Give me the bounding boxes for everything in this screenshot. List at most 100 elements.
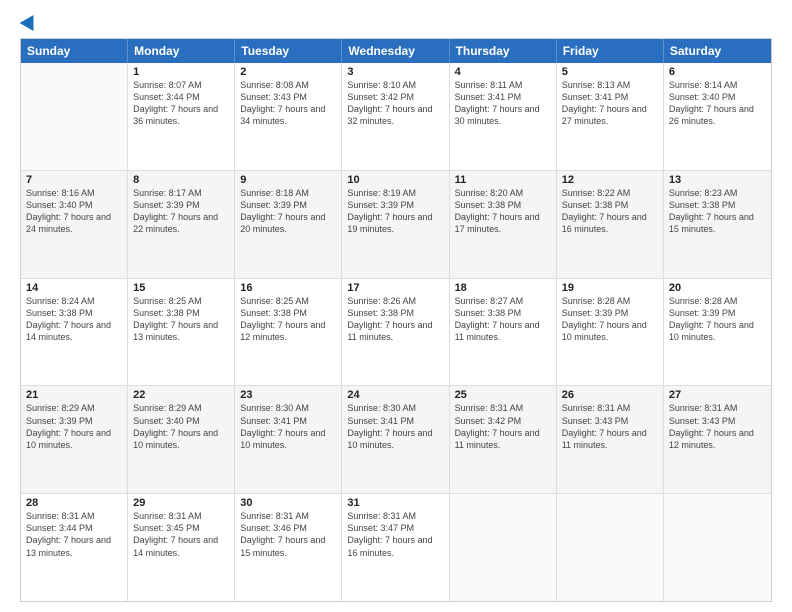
calendar-cell-1-3: 10Sunrise: 8:19 AM Sunset: 3:39 PM Dayli… <box>342 171 449 278</box>
cell-info: Sunrise: 8:11 AM Sunset: 3:41 PM Dayligh… <box>455 79 551 128</box>
day-number: 21 <box>26 389 122 401</box>
calendar-cell-1-6: 13Sunrise: 8:23 AM Sunset: 3:38 PM Dayli… <box>664 171 771 278</box>
calendar-row-1: 7Sunrise: 8:16 AM Sunset: 3:40 PM Daylig… <box>21 171 771 279</box>
cell-info: Sunrise: 8:27 AM Sunset: 3:38 PM Dayligh… <box>455 295 551 344</box>
day-number: 31 <box>347 497 443 509</box>
calendar-row-2: 14Sunrise: 8:24 AM Sunset: 3:38 PM Dayli… <box>21 279 771 387</box>
weekday-header-thursday: Thursday <box>450 39 557 63</box>
cell-info: Sunrise: 8:07 AM Sunset: 3:44 PM Dayligh… <box>133 79 229 128</box>
day-number: 29 <box>133 497 229 509</box>
calendar-cell-1-0: 7Sunrise: 8:16 AM Sunset: 3:40 PM Daylig… <box>21 171 128 278</box>
calendar-cell-0-5: 5Sunrise: 8:13 AM Sunset: 3:41 PM Daylig… <box>557 63 664 170</box>
cell-info: Sunrise: 8:16 AM Sunset: 3:40 PM Dayligh… <box>26 187 122 236</box>
cell-info: Sunrise: 8:26 AM Sunset: 3:38 PM Dayligh… <box>347 295 443 344</box>
day-number: 6 <box>669 66 766 78</box>
day-number: 17 <box>347 282 443 294</box>
calendar-cell-2-2: 16Sunrise: 8:25 AM Sunset: 3:38 PM Dayli… <box>235 279 342 386</box>
calendar-cell-3-1: 22Sunrise: 8:29 AM Sunset: 3:40 PM Dayli… <box>128 386 235 493</box>
page: SundayMondayTuesdayWednesdayThursdayFrid… <box>0 0 792 612</box>
cell-info: Sunrise: 8:08 AM Sunset: 3:43 PM Dayligh… <box>240 79 336 128</box>
day-number: 25 <box>455 389 551 401</box>
day-number: 24 <box>347 389 443 401</box>
calendar-cell-0-2: 2Sunrise: 8:08 AM Sunset: 3:43 PM Daylig… <box>235 63 342 170</box>
day-number: 2 <box>240 66 336 78</box>
cell-info: Sunrise: 8:17 AM Sunset: 3:39 PM Dayligh… <box>133 187 229 236</box>
weekday-header-friday: Friday <box>557 39 664 63</box>
day-number: 22 <box>133 389 229 401</box>
cell-info: Sunrise: 8:31 AM Sunset: 3:45 PM Dayligh… <box>133 510 229 559</box>
cell-info: Sunrise: 8:29 AM Sunset: 3:40 PM Dayligh… <box>133 402 229 451</box>
day-number: 28 <box>26 497 122 509</box>
calendar-cell-2-5: 19Sunrise: 8:28 AM Sunset: 3:39 PM Dayli… <box>557 279 664 386</box>
cell-info: Sunrise: 8:30 AM Sunset: 3:41 PM Dayligh… <box>347 402 443 451</box>
logo <box>20 18 38 28</box>
calendar-cell-2-1: 15Sunrise: 8:25 AM Sunset: 3:38 PM Dayli… <box>128 279 235 386</box>
day-number: 8 <box>133 174 229 186</box>
cell-info: Sunrise: 8:31 AM Sunset: 3:42 PM Dayligh… <box>455 402 551 451</box>
cell-info: Sunrise: 8:22 AM Sunset: 3:38 PM Dayligh… <box>562 187 658 236</box>
weekday-header-sunday: Sunday <box>21 39 128 63</box>
day-number: 26 <box>562 389 658 401</box>
calendar-cell-3-4: 25Sunrise: 8:31 AM Sunset: 3:42 PM Dayli… <box>450 386 557 493</box>
cell-info: Sunrise: 8:25 AM Sunset: 3:38 PM Dayligh… <box>240 295 336 344</box>
calendar-cell-2-4: 18Sunrise: 8:27 AM Sunset: 3:38 PM Dayli… <box>450 279 557 386</box>
cell-info: Sunrise: 8:28 AM Sunset: 3:39 PM Dayligh… <box>562 295 658 344</box>
cell-info: Sunrise: 8:31 AM Sunset: 3:44 PM Dayligh… <box>26 510 122 559</box>
day-number: 20 <box>669 282 766 294</box>
logo-triangle-icon <box>20 11 41 31</box>
calendar-cell-4-6 <box>664 494 771 601</box>
calendar-cell-3-3: 24Sunrise: 8:30 AM Sunset: 3:41 PM Dayli… <box>342 386 449 493</box>
calendar-cell-2-0: 14Sunrise: 8:24 AM Sunset: 3:38 PM Dayli… <box>21 279 128 386</box>
calendar-cell-1-2: 9Sunrise: 8:18 AM Sunset: 3:39 PM Daylig… <box>235 171 342 278</box>
day-number: 16 <box>240 282 336 294</box>
calendar-cell-1-4: 11Sunrise: 8:20 AM Sunset: 3:38 PM Dayli… <box>450 171 557 278</box>
calendar-cell-4-1: 29Sunrise: 8:31 AM Sunset: 3:45 PM Dayli… <box>128 494 235 601</box>
calendar: SundayMondayTuesdayWednesdayThursdayFrid… <box>20 38 772 602</box>
day-number: 30 <box>240 497 336 509</box>
day-number: 4 <box>455 66 551 78</box>
cell-info: Sunrise: 8:31 AM Sunset: 3:43 PM Dayligh… <box>669 402 766 451</box>
day-number: 7 <box>26 174 122 186</box>
day-number: 3 <box>347 66 443 78</box>
cell-info: Sunrise: 8:13 AM Sunset: 3:41 PM Dayligh… <box>562 79 658 128</box>
weekday-header-monday: Monday <box>128 39 235 63</box>
day-number: 1 <box>133 66 229 78</box>
calendar-row-3: 21Sunrise: 8:29 AM Sunset: 3:39 PM Dayli… <box>21 386 771 494</box>
calendar-cell-0-6: 6Sunrise: 8:14 AM Sunset: 3:40 PM Daylig… <box>664 63 771 170</box>
cell-info: Sunrise: 8:24 AM Sunset: 3:38 PM Dayligh… <box>26 295 122 344</box>
day-number: 13 <box>669 174 766 186</box>
day-number: 5 <box>562 66 658 78</box>
calendar-cell-0-0 <box>21 63 128 170</box>
day-number: 10 <box>347 174 443 186</box>
cell-info: Sunrise: 8:30 AM Sunset: 3:41 PM Dayligh… <box>240 402 336 451</box>
calendar-cell-1-5: 12Sunrise: 8:22 AM Sunset: 3:38 PM Dayli… <box>557 171 664 278</box>
weekday-header-saturday: Saturday <box>664 39 771 63</box>
cell-info: Sunrise: 8:23 AM Sunset: 3:38 PM Dayligh… <box>669 187 766 236</box>
calendar-body: 1Sunrise: 8:07 AM Sunset: 3:44 PM Daylig… <box>21 63 771 601</box>
header <box>20 18 772 28</box>
calendar-header: SundayMondayTuesdayWednesdayThursdayFrid… <box>21 39 771 63</box>
weekday-header-tuesday: Tuesday <box>235 39 342 63</box>
calendar-cell-4-3: 31Sunrise: 8:31 AM Sunset: 3:47 PM Dayli… <box>342 494 449 601</box>
calendar-cell-0-1: 1Sunrise: 8:07 AM Sunset: 3:44 PM Daylig… <box>128 63 235 170</box>
cell-info: Sunrise: 8:25 AM Sunset: 3:38 PM Dayligh… <box>133 295 229 344</box>
cell-info: Sunrise: 8:31 AM Sunset: 3:43 PM Dayligh… <box>562 402 658 451</box>
calendar-cell-4-5 <box>557 494 664 601</box>
day-number: 11 <box>455 174 551 186</box>
cell-info: Sunrise: 8:18 AM Sunset: 3:39 PM Dayligh… <box>240 187 336 236</box>
day-number: 19 <box>562 282 658 294</box>
calendar-cell-4-0: 28Sunrise: 8:31 AM Sunset: 3:44 PM Dayli… <box>21 494 128 601</box>
weekday-header-wednesday: Wednesday <box>342 39 449 63</box>
cell-info: Sunrise: 8:28 AM Sunset: 3:39 PM Dayligh… <box>669 295 766 344</box>
cell-info: Sunrise: 8:10 AM Sunset: 3:42 PM Dayligh… <box>347 79 443 128</box>
day-number: 12 <box>562 174 658 186</box>
day-number: 14 <box>26 282 122 294</box>
calendar-cell-2-3: 17Sunrise: 8:26 AM Sunset: 3:38 PM Dayli… <box>342 279 449 386</box>
calendar-cell-4-2: 30Sunrise: 8:31 AM Sunset: 3:46 PM Dayli… <box>235 494 342 601</box>
day-number: 18 <box>455 282 551 294</box>
cell-info: Sunrise: 8:14 AM Sunset: 3:40 PM Dayligh… <box>669 79 766 128</box>
cell-info: Sunrise: 8:20 AM Sunset: 3:38 PM Dayligh… <box>455 187 551 236</box>
calendar-cell-3-6: 27Sunrise: 8:31 AM Sunset: 3:43 PM Dayli… <box>664 386 771 493</box>
cell-info: Sunrise: 8:19 AM Sunset: 3:39 PM Dayligh… <box>347 187 443 236</box>
calendar-row-4: 28Sunrise: 8:31 AM Sunset: 3:44 PM Dayli… <box>21 494 771 601</box>
